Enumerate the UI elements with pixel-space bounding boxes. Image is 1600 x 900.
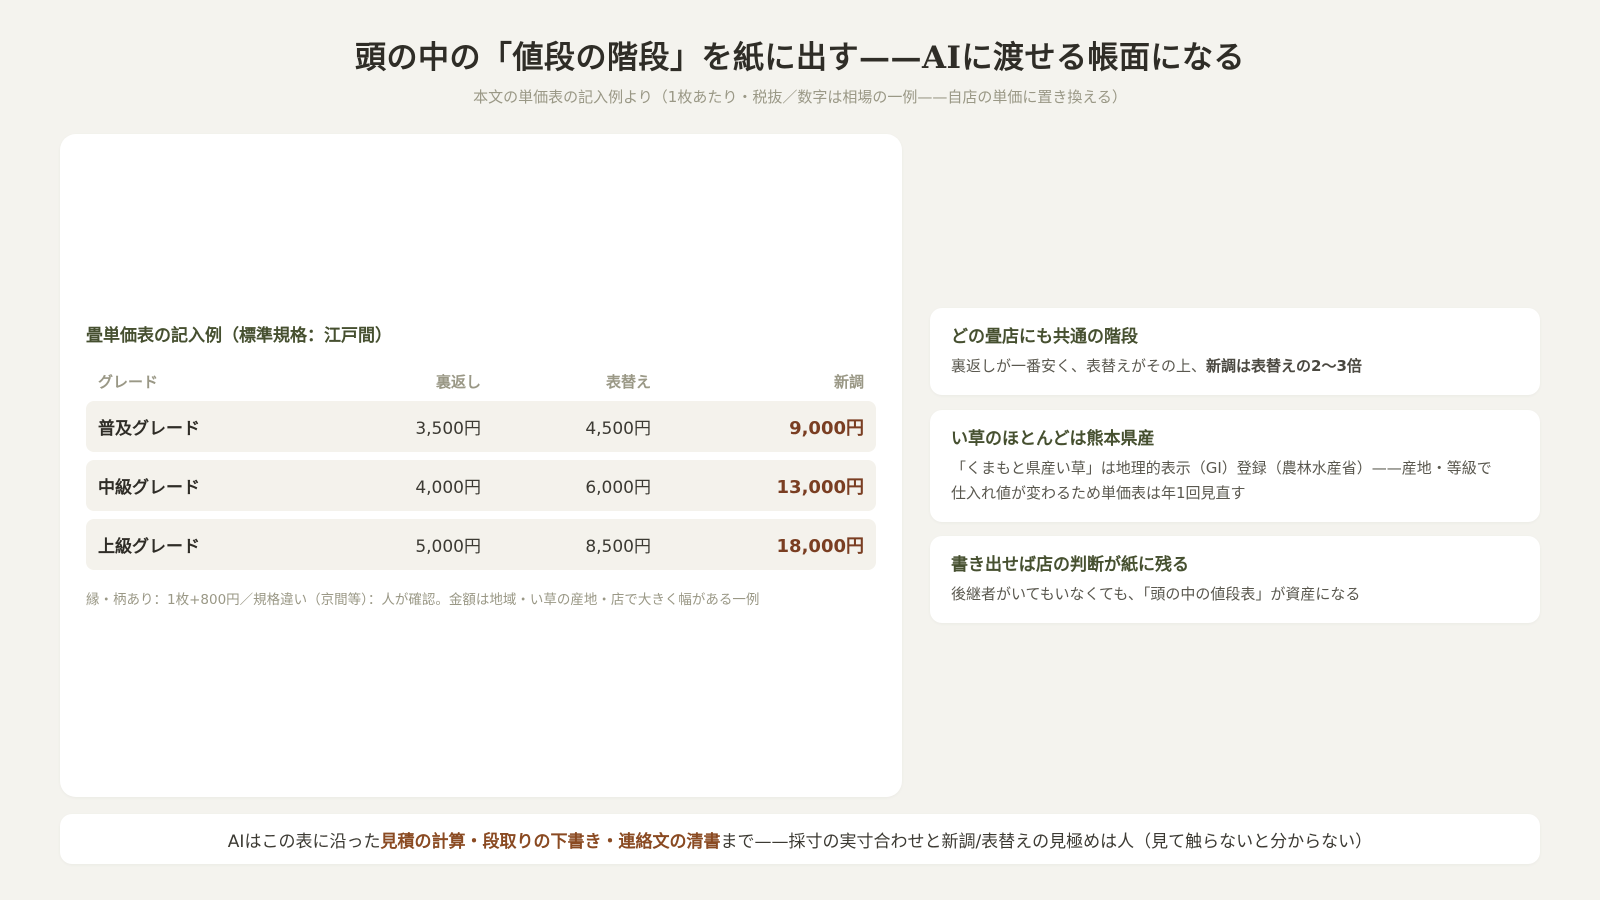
info-card-title: どの畳店にも共通の階段: [951, 327, 1138, 347]
info-card-text-line1: 「くまもと県産い草」は地理的表示（GI）登録（農林水産省）——産地・等級で: [951, 459, 1492, 477]
info-card-text: 後継者がいてもいなくても、「頭の中の値段表」が資産になる: [951, 585, 1361, 603]
table-row: 普及グレード 3,500円 4,500円 9,000円: [86, 401, 876, 452]
info-card-text-plain: 裏返しが一番安く、表替えがその上、: [951, 357, 1207, 375]
cell-uragaeshi: 3,500円: [415, 419, 481, 439]
price-table-title: 畳単価表の記入例（標準規格：江戸間）: [86, 326, 392, 346]
column-header-omotegae: 表替え: [605, 372, 651, 391]
price-table-card: 畳単価表の記入例（標準規格：江戸間） グレード 裏返し 表替え 新調 普及グレー…: [60, 134, 902, 797]
bottom-suffix: まで——採寸の実寸合わせと新調/表替えの見極めは人（見て触らないと分からない）: [720, 831, 1373, 852]
table-row: 中級グレード 4,000円 6,000円 13,000円: [86, 460, 876, 511]
info-card-written-record: 書き出せば店の判断が紙に残る 後継者がいてもいなくても、「頭の中の値段表」が資産…: [930, 536, 1540, 623]
info-card-title: い草のほとんどは熊本県産: [951, 429, 1155, 449]
bottom-prefix: AIはこの表に沿った: [227, 831, 381, 852]
cell-omotegae: 4,500円: [585, 419, 651, 439]
info-card-common-ladder: どの畳店にも共通の階段 裏返しが一番安く、表替えがその上、新調は表替えの2〜3倍: [930, 308, 1540, 395]
column-header-uragaeshi: 裏返し: [435, 372, 481, 391]
cell-omotegae: 6,000円: [585, 478, 651, 498]
cell-uragaeshi: 5,000円: [415, 537, 481, 557]
cell-shinchou: 18,000円: [776, 535, 864, 557]
info-card-kumamoto-igusa: い草のほとんどは熊本県産 「くまもと県産い草」は地理的表示（GI）登録（農林水産…: [930, 410, 1540, 522]
price-table-note: 縁・柄あり：1枚+800円／規格違い（京間等）：人が確認。金額は地域・い草の産地…: [86, 592, 760, 608]
column-header-grade: グレード: [98, 372, 159, 391]
info-card-text: 裏返しが一番安く、表替えがその上、新調は表替えの2〜3倍: [951, 354, 1519, 379]
cell-grade: 中級グレード: [98, 478, 200, 498]
page-subtitle: 本文の単価表の記入例より（1枚あたり・税抜／数字は相場の一例——自店の単価に置き…: [473, 88, 1127, 106]
page-title: 頭の中の「値段の階段」を紙に出す——AIに渡せる帳面になる: [354, 40, 1246, 76]
price-table: グレード 裏返し 表替え 新調 普及グレード 3,500円 4,500円 9,0…: [86, 361, 876, 578]
cell-omotegae: 8,500円: [585, 537, 651, 557]
page-header: 頭の中の「値段の階段」を紙に出す——AIに渡せる帳面になる 本文の単価表の記入例…: [0, 34, 1600, 108]
cell-uragaeshi: 4,000円: [415, 478, 481, 498]
table-row: 上級グレード 5,000円 8,500円 18,000円: [86, 519, 876, 570]
cell-shinchou: 13,000円: [776, 476, 864, 498]
cell-grade: 普及グレード: [98, 419, 200, 439]
info-card-text-emphasis: 新調は表替えの2〜3倍: [1206, 357, 1362, 375]
bottom-summary-bar: AIはこの表に沿った 見積の計算・段取りの下書き・連絡文の清書 まで——採寸の実寸合…: [60, 814, 1540, 864]
bottom-highlight: 見積の計算・段取りの下書き・連絡文の清書: [380, 831, 721, 852]
info-card-text: 「くまもと県産い草」は地理的表示（GI）登録（農林水産省）——産地・等級で 仕入れ…: [951, 456, 1519, 506]
cell-shinchou: 9,000円: [789, 417, 864, 439]
table-header-row: グレード 裏返し 表替え 新調: [86, 361, 876, 401]
cell-grade: 上級グレード: [98, 537, 200, 557]
info-card-text-line2: 仕入れ値が変わるため単価表は年1回見直す: [951, 484, 1246, 502]
info-card-title: 書き出せば店の判断が紙に残る: [951, 555, 1189, 575]
column-header-shinchou: 新調: [833, 372, 864, 391]
